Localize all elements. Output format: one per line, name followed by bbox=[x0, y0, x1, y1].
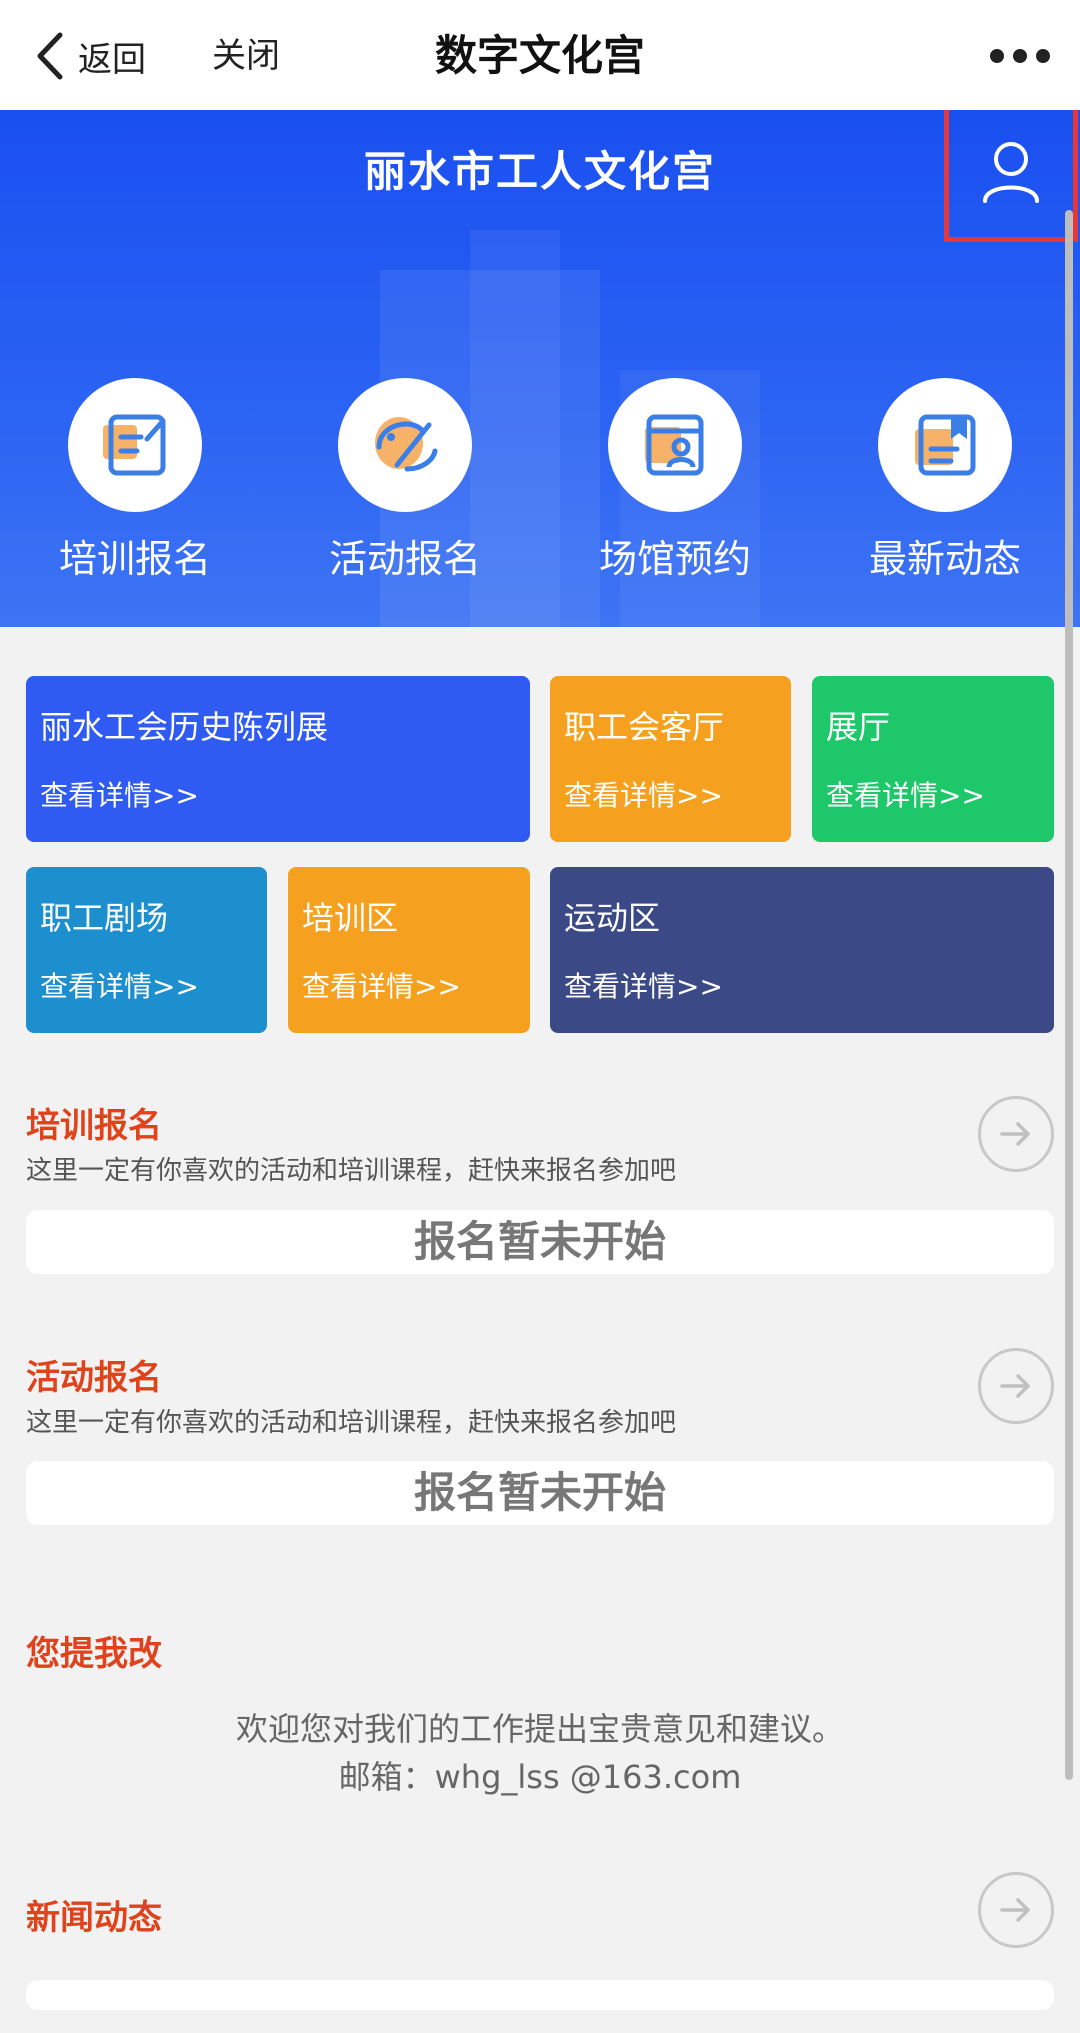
activity-more-button[interactable] bbox=[978, 1348, 1054, 1424]
tile-workers-lounge[interactable]: 职工会客厅 查看详情>> bbox=[550, 676, 791, 842]
tile-title: 职工会客厅 bbox=[564, 708, 725, 746]
tile-detail-link: 查看详情>> bbox=[826, 779, 985, 812]
arrow-right-icon bbox=[1000, 1898, 1030, 1922]
scrollbar[interactable] bbox=[1065, 210, 1073, 1780]
tile-detail-link: 查看详情>> bbox=[40, 779, 199, 812]
activity-section-title: 活动报名 bbox=[26, 1358, 162, 1398]
hero-banner: 丽水市工人文化宫 培训报名 活动报名 场馆预约 最新动态 bbox=[0, 110, 1080, 627]
tile-history-exhibition[interactable]: 丽水工会历史陈列展 查看详情>> bbox=[26, 676, 530, 842]
training-status: 报名暂未开始 bbox=[26, 1210, 1054, 1274]
user-profile-button[interactable] bbox=[944, 110, 1078, 242]
activity-status: 报名暂未开始 bbox=[26, 1461, 1054, 1525]
news-more-button[interactable] bbox=[978, 1872, 1054, 1948]
tile-title: 展厅 bbox=[826, 708, 891, 746]
tile-sports-area[interactable]: 运动区 查看详情>> bbox=[550, 867, 1054, 1033]
arrow-right-icon bbox=[1000, 1374, 1030, 1398]
arrow-right-icon bbox=[1000, 1122, 1030, 1146]
training-more-button[interactable] bbox=[978, 1096, 1054, 1172]
quick-link-venue[interactable]: 场馆预约 bbox=[575, 378, 775, 583]
tile-title: 运动区 bbox=[564, 899, 661, 937]
top-nav-bar: 返回 关闭 数字文化宫 bbox=[0, 0, 1080, 110]
more-dot-icon bbox=[1013, 49, 1027, 63]
tile-exhibition-hall[interactable]: 展厅 查看详情>> bbox=[812, 676, 1054, 842]
tile-title: 培训区 bbox=[302, 899, 399, 937]
venue-booking-icon bbox=[645, 414, 704, 476]
tile-workers-theater[interactable]: 职工剧场 查看详情>> bbox=[26, 867, 267, 1033]
quick-link-training[interactable]: 培训报名 bbox=[35, 378, 235, 583]
quick-link-label: 最新动态 bbox=[868, 537, 1021, 581]
activity-section-subtitle: 这里一定有你喜欢的活动和培训课程，赶快来报名参加吧 bbox=[26, 1408, 677, 1438]
quick-link-circle bbox=[68, 378, 202, 512]
more-dot-icon bbox=[990, 49, 1004, 63]
training-section-subtitle: 这里一定有你喜欢的活动和培训课程，赶快来报名参加吧 bbox=[26, 1156, 677, 1186]
latest-news-icon bbox=[915, 414, 976, 476]
quick-link-circle bbox=[338, 378, 472, 512]
tile-detail-link: 查看详情>> bbox=[564, 970, 723, 1003]
news-section-title: 新闻动态 bbox=[26, 1898, 162, 1938]
tile-detail-link: 查看详情>> bbox=[564, 779, 723, 812]
feedback-email: 邮箱：whg_lss @163.com bbox=[338, 1758, 742, 1796]
more-menu-button[interactable] bbox=[990, 44, 1050, 68]
tile-title: 职工剧场 bbox=[40, 899, 169, 937]
quick-link-activity[interactable]: 活动报名 bbox=[305, 378, 505, 583]
quick-link-news[interactable]: 最新动态 bbox=[845, 378, 1045, 583]
training-signup-icon bbox=[103, 414, 166, 476]
quick-link-label: 场馆预约 bbox=[598, 537, 751, 581]
quick-link-circle bbox=[608, 378, 742, 512]
tile-training-area[interactable]: 培训区 查看详情>> bbox=[288, 867, 530, 1033]
quick-link-label: 培训报名 bbox=[58, 537, 211, 581]
feedback-section-title: 您提我改 bbox=[26, 1634, 162, 1674]
training-section-title: 培训报名 bbox=[26, 1106, 162, 1146]
quick-link-label: 活动报名 bbox=[328, 537, 481, 581]
tile-title: 丽水工会历史陈列展 bbox=[40, 708, 329, 746]
quick-links: 培训报名 活动报名 场馆预约 最新动态 bbox=[0, 378, 1080, 581]
quick-link-circle bbox=[878, 378, 1012, 512]
user-icon bbox=[983, 142, 1039, 203]
activity-signup-icon bbox=[375, 417, 438, 472]
page-title: 数字文化宫 bbox=[434, 31, 645, 80]
feedback-message: 欢迎您对我们的工作提出宝贵意见和建议。 bbox=[235, 1710, 844, 1748]
news-list-container bbox=[26, 1980, 1054, 2010]
hero-title: 丽水市工人文化宫 bbox=[363, 147, 716, 196]
more-dot-icon bbox=[1036, 49, 1050, 63]
tile-detail-link: 查看详情>> bbox=[302, 970, 461, 1003]
tile-detail-link: 查看详情>> bbox=[40, 970, 199, 1003]
